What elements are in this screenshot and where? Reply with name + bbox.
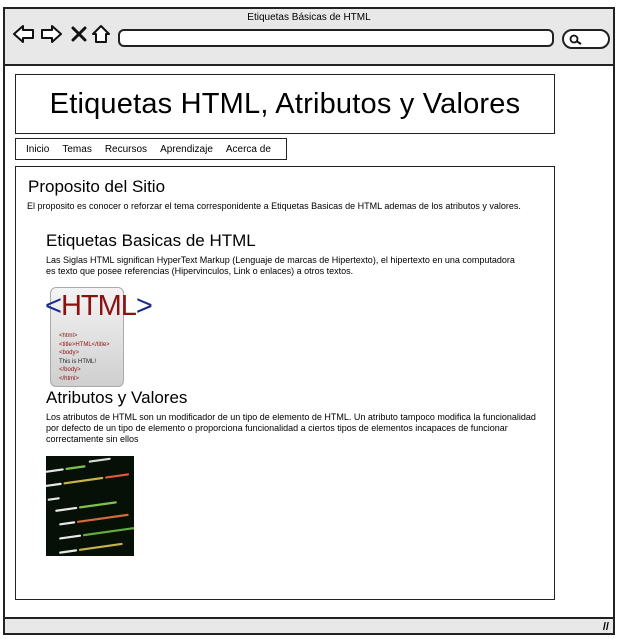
forward-arrow-icon[interactable] <box>40 24 62 48</box>
section-heading-etiquetas: Etiquetas Basicas de HTML <box>46 231 256 250</box>
window-title: Etiquetas Básicas de HTML <box>247 12 371 23</box>
home-icon[interactable] <box>91 24 111 48</box>
section-text-atributos: Los atributos de HTML son un modificador… <box>46 412 536 444</box>
section-text-proposito: El proposito es conocer o reforzar el te… <box>27 201 521 211</box>
menu-item-temas[interactable]: Temas <box>62 144 91 155</box>
status-bar: // <box>5 617 613 633</box>
search-field[interactable] <box>562 29 610 49</box>
back-arrow-icon[interactable] <box>13 24 35 48</box>
menu-item-recursos[interactable]: Recursos <box>105 144 147 155</box>
html-logo-text: <HTML> <box>45 290 153 322</box>
html-logo-image: <HTML> <html> <title>HTML</title> <body>… <box>45 287 153 387</box>
browser-window: Etiquetas Básicas de HTML Etiquetas HTML… <box>3 7 615 635</box>
section-heading-atributos: Atributos y Valores <box>46 388 188 407</box>
html-code-snippet: <html> <title>HTML</title> <body> This i… <box>59 333 110 382</box>
code-screenshot-image <box>46 456 134 556</box>
main-content: Proposito del Sitio El proposito es cono… <box>15 166 555 600</box>
page-title: Etiquetas HTML, Atributos y Valores <box>49 87 521 120</box>
resize-grip-icon[interactable]: // <box>603 621 609 633</box>
page-header: Etiquetas HTML, Atributos y Valores <box>15 74 555 134</box>
menu-item-aprendizaje[interactable]: Aprendizaje <box>160 144 213 155</box>
address-bar[interactable] <box>118 29 554 47</box>
browser-toolbar: Etiquetas Básicas de HTML <box>5 9 613 66</box>
nav-menu: Inicio Temas Recursos Aprendizaje Acerca… <box>15 138 287 160</box>
page-viewport: Etiquetas HTML, Atributos y Valores Inic… <box>5 66 613 617</box>
close-icon[interactable] <box>71 24 87 48</box>
section-heading-proposito: Proposito del Sitio <box>28 177 166 196</box>
section-text-etiquetas: Las Siglas HTML significan HyperText Mar… <box>46 255 515 276</box>
menu-item-inicio[interactable]: Inicio <box>26 144 49 155</box>
search-icon <box>569 34 582 45</box>
menu-item-acerca-de[interactable]: Acerca de <box>226 144 271 155</box>
